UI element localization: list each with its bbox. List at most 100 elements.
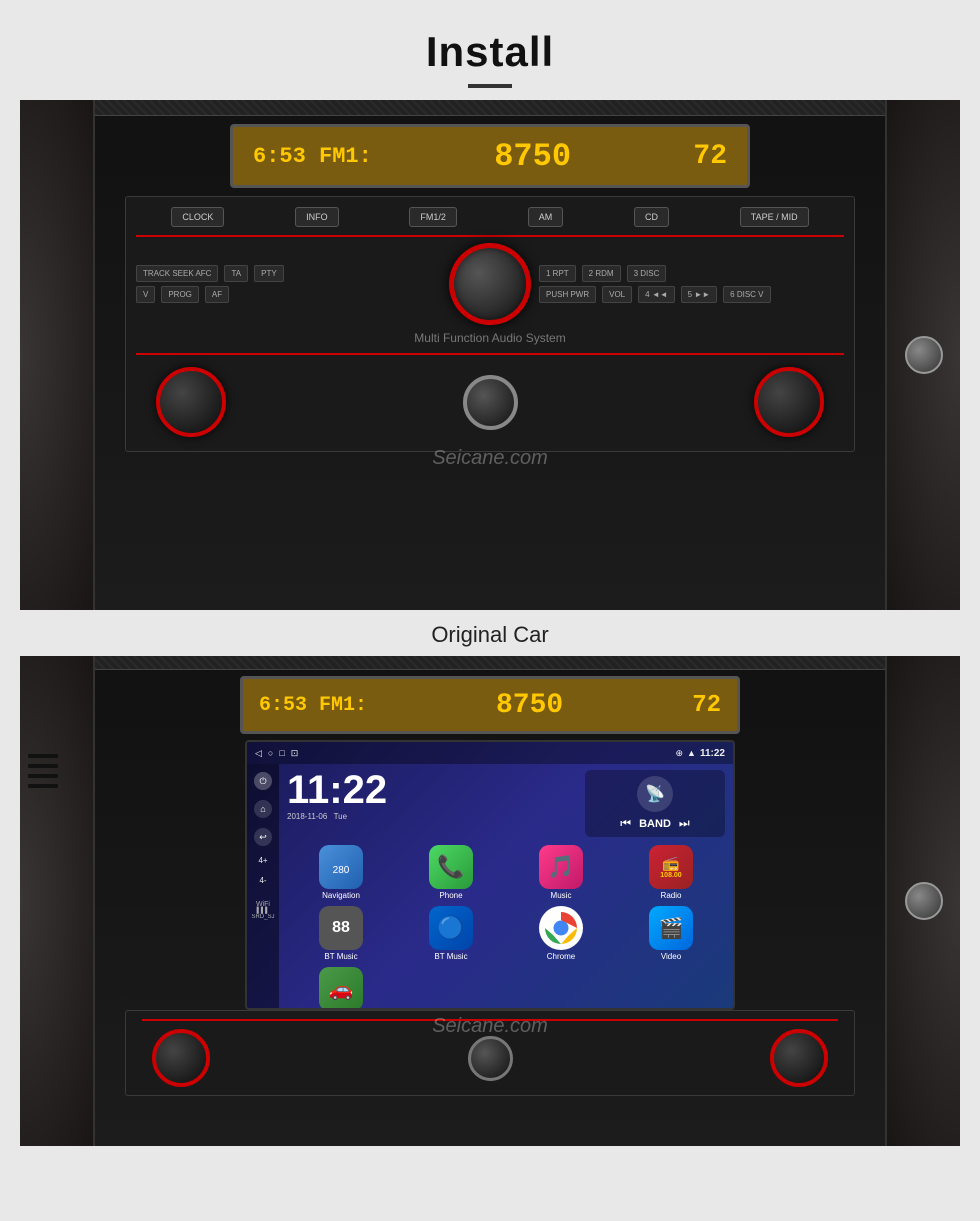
camera-icon[interactable]: ⊡ (291, 748, 299, 759)
location-icon: ⊕ (676, 748, 684, 759)
new-bottom-knobs (142, 1027, 838, 1089)
bottom-knobs-row (136, 359, 844, 441)
center-bottom-knob[interactable] (463, 375, 518, 430)
app-bluetooth[interactable]: 🔵 BT Music (399, 906, 503, 961)
car-interior-original: 6:53 FM1: 8750 72 CLOCK INFO FM1/2 AM CD… (20, 100, 960, 610)
band-label[interactable]: BAND (639, 818, 671, 830)
next-track-icon[interactable]: ⏭ (679, 816, 690, 831)
bluetooth-label: BT Music (434, 952, 467, 961)
ta-btn[interactable]: TA (224, 265, 248, 282)
red-line-2 (136, 353, 844, 355)
app-navigation[interactable]: 280 Navigation (289, 845, 393, 900)
rwd-btn[interactable]: 4 ◄◄ (638, 286, 675, 303)
android-date: 2018-11-06 Tue (287, 812, 387, 821)
main-knob[interactable] (449, 243, 531, 325)
pty-btn[interactable]: PTY (254, 265, 284, 282)
music-widget: 📡 ⏮ BAND ⏭ (585, 770, 725, 837)
android-sidebar: ⏻ ⌂ ↩ 4+ 4- WiFi ▌▌▌ SRD_SJ (247, 764, 279, 1008)
back-sidebar-icon[interactable]: ↩ (254, 828, 272, 846)
new-right-knob[interactable] (770, 1029, 828, 1087)
new-left-knob[interactable] (152, 1029, 210, 1087)
wifi-widget: WiFi ▌▌▌ SRD_SJ (251, 901, 274, 920)
new-display-right: 8750 (496, 690, 563, 721)
bluetooth-icon: 🔵 (429, 906, 473, 950)
vol-up-icon[interactable]: 4+ (258, 856, 267, 866)
new-car-image: 6:53 FM1: 8750 72 ◁ ○ □ ⊡ (20, 656, 960, 1146)
tape-btn[interactable]: TAPE / MID (740, 207, 809, 227)
right-buttons: 1 RPT 2 RDM 3 DISC PUSH PWR VOL 4 ◄◄ 5 ►… (539, 265, 844, 303)
recents-icon[interactable]: □ (279, 748, 284, 759)
android-content: 11:22 2018-11-06 Tue 📡 (279, 764, 733, 1008)
android-nav-icons: ◁ ○ □ ⊡ (255, 748, 298, 759)
svg-text:280: 280 (333, 865, 350, 876)
pwr-btn[interactable]: PUSH PWR (539, 286, 596, 303)
chrome-icon (539, 906, 583, 950)
carsetting-icon: 🚗 (319, 967, 363, 1010)
new-car-container: 6:53 FM1: 8750 72 ◁ ○ □ ⊡ (20, 656, 960, 1146)
rpt-btn[interactable]: 1 RPT (539, 265, 576, 282)
center-console: 6:53 FM1: 8750 72 CLOCK INFO FM1/2 AM CD… (95, 100, 885, 610)
left-buttons: TRACK SEEK AFC TA PTY V PROG AF (136, 265, 441, 303)
radio-label: Radio (661, 891, 682, 900)
music-controls-row: ⏮ BAND ⏭ (620, 816, 689, 831)
new-center-knob[interactable] (468, 1036, 513, 1081)
android-main-area: ⏻ ⌂ ↩ 4+ 4- WiFi ▌▌▌ SRD_SJ (247, 764, 733, 1008)
app-music[interactable]: 🎵 Music (509, 845, 613, 900)
left-bottom-knob[interactable] (156, 367, 226, 437)
new-control-panel (125, 1010, 855, 1096)
track-btn[interactable]: TRACK SEEK AFC (136, 265, 218, 282)
info-btn[interactable]: INFO (295, 207, 339, 227)
multi-function-label: Multi Function Audio System (136, 331, 844, 345)
video-icon: 🎬 (649, 906, 693, 950)
cd-btn[interactable]: CD (634, 207, 669, 227)
app-btmusic-widget[interactable]: 88 BT Music (289, 906, 393, 961)
vol-btn[interactable]: VOL (602, 286, 632, 303)
prog-btn[interactable]: PROG (161, 286, 199, 303)
middle-row: TRACK SEEK AFC TA PTY V PROG AF (136, 243, 844, 325)
app-video[interactable]: 🎬 Video (619, 906, 723, 961)
prev-track-icon[interactable]: ⏮ (620, 816, 631, 831)
home-icon[interactable]: ○ (268, 748, 273, 759)
center-bottom (463, 375, 518, 430)
fwd-btn[interactable]: 5 ►► (681, 286, 718, 303)
phone-icon: 📞 (429, 845, 473, 889)
app-carsetting[interactable]: 🚗 CarSetting (289, 967, 393, 1010)
btn-row-r2: PUSH PWR VOL 4 ◄◄ 5 ►► 6 DISC V (539, 286, 844, 303)
display-extra-text: 72 (693, 141, 727, 172)
android-clock: 11:22 (287, 770, 387, 810)
display-right-text: 8750 (494, 138, 571, 175)
app-chrome[interactable]: Chrome (509, 906, 613, 961)
car-interior-new: 6:53 FM1: 8750 72 ◁ ○ □ ⊡ (20, 656, 960, 1146)
right-bottom-knob[interactable] (754, 367, 824, 437)
carbon-top (95, 100, 885, 116)
clock-widget: 11:22 2018-11-06 Tue (287, 770, 387, 821)
video-label: Video (661, 952, 681, 961)
page-title: Install (0, 28, 980, 76)
disc6-btn[interactable]: 6 DISC V (723, 286, 770, 303)
app-radio[interactable]: 📻 108.00 Radio (619, 845, 723, 900)
fm-btn[interactable]: FM1/2 (409, 207, 457, 227)
phone-label: Phone (439, 891, 462, 900)
new-display-extra: 72 (692, 692, 721, 719)
clock-btn[interactable]: CLOCK (171, 207, 224, 227)
android-status-bar: ◁ ○ □ ⊡ ⊕ ▲ 11:22 (247, 742, 733, 764)
app-phone[interactable]: 📞 Phone (399, 845, 503, 900)
v-btn[interactable]: V (136, 286, 155, 303)
vol-down-icon[interactable]: 4- (259, 876, 266, 886)
chrome-label: Chrome (547, 952, 575, 961)
power-sidebar-icon[interactable]: ⏻ (254, 772, 272, 790)
af-btn[interactable]: AF (205, 286, 229, 303)
music-label: Music (551, 891, 572, 900)
new-side-knob (905, 882, 943, 920)
btmusic-widget-icon: 88 (319, 906, 363, 950)
button-row-1: CLOCK INFO FM1/2 AM CD TAPE / MID (136, 207, 844, 227)
display-left-text: 6:53 FM1: (253, 144, 372, 169)
rdm-btn[interactable]: 2 RDM (582, 265, 621, 282)
disc-btn[interactable]: 3 DISC (627, 265, 667, 282)
am-btn[interactable]: AM (528, 207, 564, 227)
new-display-left: 6:53 FM1: (259, 694, 367, 717)
back-icon[interactable]: ◁ (255, 748, 262, 759)
btmusic-widget-label: BT Music (324, 952, 357, 961)
home-sidebar-icon[interactable]: ⌂ (254, 800, 272, 818)
red-line-1 (136, 235, 844, 237)
